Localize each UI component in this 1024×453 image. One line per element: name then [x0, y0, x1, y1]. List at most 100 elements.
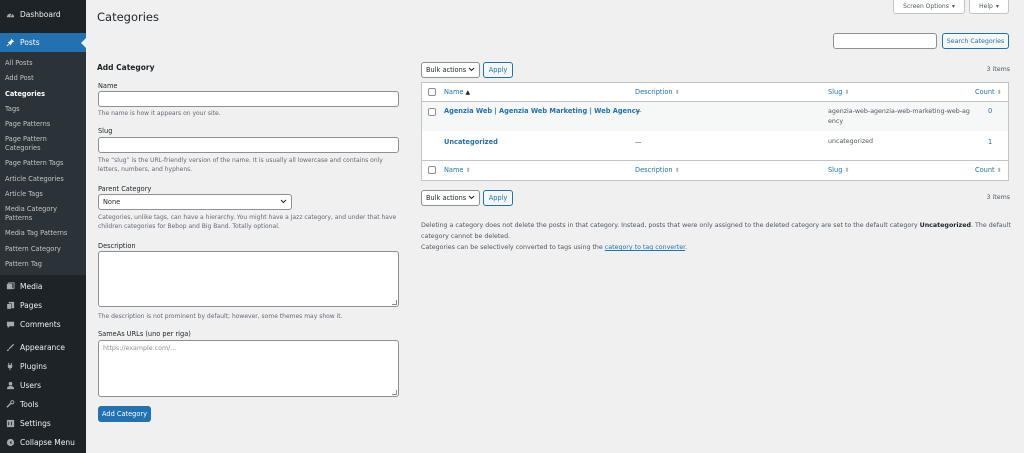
appearance-icon [5, 343, 15, 353]
category-slug: agenzia-web-agenzia-web-marketing-web-ag… [828, 108, 970, 125]
menu-media[interactable]: Media [0, 277, 86, 296]
column-description[interactable]: Description ⬍ [635, 88, 680, 96]
submenu-pattern-tag[interactable]: Pattern Tag [0, 257, 86, 272]
menu-users[interactable]: Users [0, 376, 86, 395]
convert-notice-text: Categories can be selectively converted … [421, 244, 605, 251]
submenu-pattern-category[interactable]: Pattern Category [0, 242, 86, 257]
screen-options-button[interactable]: Screen Options ▾ [893, 0, 965, 14]
caret-down-icon: ▾ [951, 3, 955, 10]
submenu-tags[interactable]: Tags [0, 102, 86, 117]
submenu-categories[interactable]: Categories [0, 87, 86, 102]
pin-icon [5, 38, 15, 48]
submenu-page-patterns[interactable]: Page Patterns [0, 117, 86, 132]
sort-arrows-icon: ▲ [465, 89, 471, 96]
menu-settings[interactable]: Settings [0, 414, 86, 433]
column-slug[interactable]: Slug ⬍ [828, 88, 849, 96]
apply-button-top[interactable]: Apply [483, 62, 513, 78]
select-all-checkbox-footer[interactable] [428, 166, 436, 174]
column-name-label: Name [444, 166, 464, 174]
column-name[interactable]: Name ▲ [444, 88, 470, 96]
sameas-placeholder: https://example.com/... [103, 345, 177, 352]
bulk-actions-select-bottom[interactable]: Bulk actions [421, 190, 480, 206]
column-count-footer[interactable]: Count ⬍ [975, 166, 1002, 174]
admin-sidebar: Dashboard Posts All Posts Add Post Categ… [0, 0, 86, 453]
category-count-link[interactable]: 1 [988, 138, 992, 146]
add-category-button[interactable]: Add Category [98, 406, 151, 422]
submenu-media-tag-patterns[interactable]: Media Tag Patterns [0, 226, 86, 241]
resize-handle-icon[interactable] [392, 300, 397, 305]
plugins-icon [5, 362, 15, 372]
submenu-page-pattern-tags[interactable]: Page Pattern Tags [0, 156, 86, 171]
row-checkbox[interactable] [428, 108, 436, 116]
slug-input[interactable] [98, 137, 399, 153]
menu-plugins[interactable]: Plugins [0, 357, 86, 376]
submenu-all-posts[interactable]: All Posts [0, 56, 86, 71]
column-name-footer[interactable]: Name ⬍ [444, 166, 470, 174]
column-count[interactable]: Count ⬍ [975, 88, 1002, 96]
name-input[interactable] [98, 91, 399, 107]
name-label: Name [98, 82, 118, 90]
menu-comments[interactable]: Comments [0, 315, 86, 334]
column-slug-label: Slug [828, 88, 843, 96]
help-button[interactable]: Help ▾ [969, 0, 1009, 14]
categories-table: Name ▲ Description ⬍ Slug ⬍ Count ⬍ Agenzia … [421, 82, 1009, 181]
name-description: The name is how it appears on your site. [98, 110, 221, 117]
menu-posts-label: Posts [20, 38, 40, 47]
column-count-label: Count [975, 166, 995, 174]
select-all-checkbox[interactable] [428, 88, 436, 96]
submenu-article-categories[interactable]: Article Categories [0, 172, 86, 187]
table-header: Name ▲ Description ⬍ Slug ⬍ Count ⬍ [422, 83, 1008, 102]
page-scrollbar[interactable] [1018, 0, 1024, 453]
comments-icon [5, 320, 15, 330]
sort-arrows-icon: ⬍ [996, 167, 1002, 174]
items-count-bottom: 3 items [986, 194, 1010, 201]
column-description-label: Description [635, 88, 673, 96]
convert-notice: Categories can be selectively converted … [421, 244, 1011, 251]
menu-collapse[interactable]: Collapse Menu [0, 433, 86, 452]
sameas-textarea[interactable]: https://example.com/... [98, 340, 399, 397]
users-icon [5, 381, 15, 391]
menu-dashboard-label: Dashboard [20, 10, 61, 19]
menu-tools-label: Tools [20, 400, 39, 410]
apply-button-bottom[interactable]: Apply [483, 190, 513, 206]
description-textarea[interactable] [98, 251, 399, 307]
search-categories-button[interactable]: Search Categories [942, 33, 1009, 49]
chevron-down-icon [468, 194, 475, 202]
menu-pages[interactable]: Pages [0, 296, 86, 315]
description-help: The description is not prominent by defa… [98, 313, 343, 320]
category-name-link[interactable]: Agenzia Web | Agenzia Web Marketing | We… [444, 107, 640, 115]
delete-category-notice: Deleting a category does not delete the … [421, 221, 1011, 242]
sort-arrows-icon: ⬍ [674, 167, 680, 174]
sort-arrows-icon: ⬍ [996, 89, 1002, 96]
category-to-tag-converter-link[interactable]: category to tag converter [605, 244, 685, 251]
menu-tools[interactable]: Tools [0, 395, 86, 414]
search-categories-input[interactable] [833, 33, 937, 49]
resize-handle-icon[interactable] [392, 390, 397, 395]
convert-notice-suffix: . [685, 244, 688, 251]
submenu-media-category-patterns[interactable]: Media Category Patterns [0, 202, 86, 226]
parent-category-select[interactable]: None [98, 194, 292, 210]
tools-icon [5, 400, 15, 410]
column-slug-footer[interactable]: Slug ⬍ [828, 166, 849, 174]
menu-appearance[interactable]: Appearance [0, 338, 86, 357]
menu-appearance-label: Appearance [20, 343, 66, 353]
sort-arrows-icon: ⬍ [674, 89, 680, 96]
sameas-label: SameAs URLs (uno per riga) [98, 330, 191, 338]
submenu-page-pattern-categories[interactable]: Page Pattern Categories [0, 132, 86, 156]
menu-dashboard[interactable]: Dashboard [0, 5, 86, 24]
bulk-actions-select-top[interactable]: Bulk actions [421, 62, 480, 78]
collapse-icon [5, 438, 15, 448]
dashboard-icon [5, 10, 15, 20]
slug-description: The “slug” is the URL-friendly version o… [98, 157, 383, 173]
category-description: — [635, 107, 642, 115]
column-description-label: Description [635, 166, 673, 174]
submenu-add-post[interactable]: Add Post [0, 71, 86, 86]
menu-posts[interactable]: Posts [0, 33, 86, 52]
category-slug: uncategorized [828, 138, 874, 145]
submenu-article-tags[interactable]: Article Tags [0, 187, 86, 202]
column-description-footer[interactable]: Description ⬍ [635, 166, 680, 174]
category-name-link[interactable]: Uncategorized [444, 138, 498, 146]
column-name-label: Name [444, 88, 464, 96]
category-count-link[interactable]: 0 [988, 107, 992, 115]
chevron-down-icon [280, 198, 287, 206]
